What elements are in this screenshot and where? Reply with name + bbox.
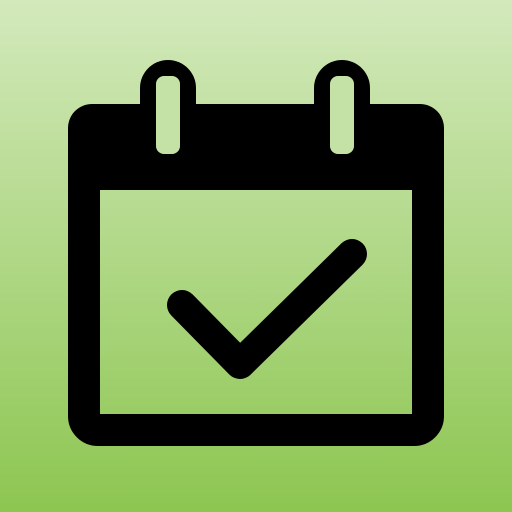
app-icon-tile — [0, 0, 512, 512]
calendar-ring-left-hole — [156, 76, 180, 154]
calendar-ring-right-hole — [330, 76, 354, 154]
check-mark-icon — [167, 239, 367, 379]
calendar-body — [68, 156, 444, 446]
calendar-check-icon — [68, 60, 444, 446]
